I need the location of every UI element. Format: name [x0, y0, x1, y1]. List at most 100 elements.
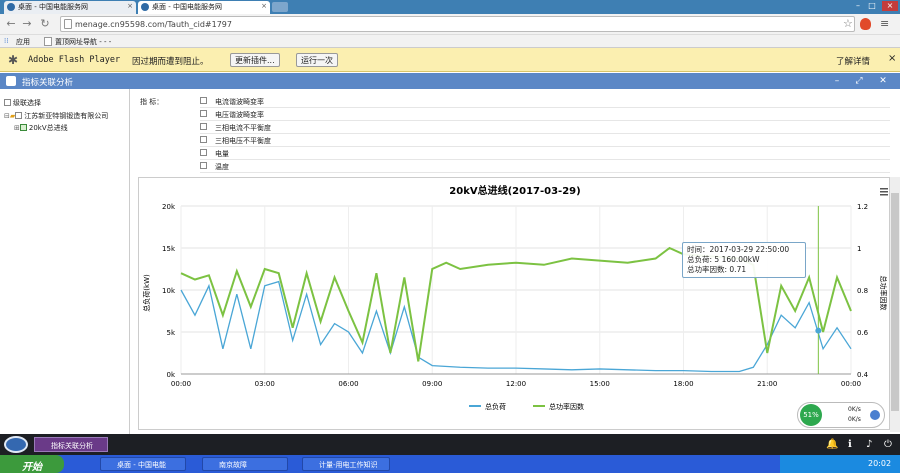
x-tick-label: 12:00 — [506, 380, 526, 388]
hover-point — [815, 327, 822, 334]
tab-label: 桌面 - 中国电能服务网 — [18, 3, 88, 11]
indicator-row[interactable]: 三相电压不平衡度 — [200, 134, 890, 147]
checkbox[interactable] — [4, 99, 11, 106]
bookmarks-bar: ⁞⁞ 应用 置顶网址导航 - - - — [0, 35, 900, 48]
x-tick-label: 06:00 — [338, 380, 358, 388]
bookmark-apps[interactable]: 应用 — [16, 37, 30, 47]
x-tick-label: 00:00 — [841, 380, 861, 388]
run-once-button[interactable]: 运行一次 — [296, 53, 338, 67]
indicator-row[interactable]: 电量 — [200, 147, 890, 160]
y-tick-label: 20k — [162, 203, 176, 211]
grid — [180, 205, 852, 375]
menu-icon[interactable]: ≡ — [880, 17, 889, 30]
y2-axis-label: 总功率因数 — [879, 276, 888, 311]
task-folder-1[interactable]: 南京故障 — [202, 457, 288, 471]
tree-line[interactable]: ⊞ 20kV总进线 — [14, 123, 68, 133]
x-tick-label: 21:00 — [757, 380, 777, 388]
y2-tick-label: 0.6 — [857, 329, 869, 337]
indicator-panel: 指 标： 电流谐波畸变率 电压谐波畸变率 三相电流不平衡度 三相电压不平衡度 电… — [130, 93, 890, 173]
checkbox[interactable] — [200, 97, 207, 104]
bookmark-nav[interactable]: 置顶网址导航 - - - — [55, 37, 111, 47]
line-chart[interactable]: 20kV总进线(2017-03-29) 总负荷(kW) 总功率因数 0k5k10… — [139, 178, 891, 431]
back-icon[interactable]: ← — [4, 18, 18, 31]
scrollbar[interactable] — [890, 177, 900, 432]
minimize-icon[interactable]: – — [852, 1, 864, 11]
y2-tick-label: 0.4 — [857, 371, 869, 379]
start-button[interactable]: 开始 — [0, 455, 64, 473]
widget-down: 0K/s — [848, 416, 861, 423]
info-icon[interactable]: ℹ — [848, 439, 852, 450]
indicator-name: 三相电流不平衡度 — [215, 124, 271, 132]
checkbox[interactable] — [200, 110, 207, 117]
tooltip-pf: 总功率因数: 0.71 — [687, 265, 747, 274]
y-axis-label: 总负荷(kW) — [142, 274, 151, 312]
tree-root[interactable]: 级联选择 — [4, 98, 41, 108]
app-logo[interactable] — [4, 436, 28, 453]
chart-tooltip: 时间：2017-03-29 22:50:00 总负荷: 5 160.00kW 总… — [682, 242, 806, 278]
indicator-label: 指 标： — [140, 98, 164, 106]
checkbox[interactable] — [200, 149, 207, 156]
y-tick-label: 0k — [166, 371, 175, 379]
page-icon — [64, 19, 72, 29]
flash-blocked-infobar: ✱ Adobe Flash Player 因过期而遭到阻止。 更新插件... 运… — [0, 48, 900, 72]
y-tick-label: 15k — [162, 245, 176, 253]
maximize-icon[interactable]: □ — [866, 1, 878, 11]
bookmark-star-icon[interactable]: ☆ — [843, 17, 853, 30]
tree-company[interactable]: ⊟▰ 江苏新亚特钢锻造有限公司 — [4, 111, 108, 121]
checkbox[interactable] — [200, 162, 207, 169]
indicator-row[interactable]: 电压谐波畸变率 — [200, 108, 890, 121]
browser-tab-2[interactable]: 桌面 - 中国电能服务网 × — [138, 1, 270, 14]
task-browser[interactable]: 桌面 - 中国电能 — [100, 457, 186, 471]
tree-company-label: 江苏新亚特钢锻造有限公司 — [24, 112, 109, 120]
close-icon[interactable]: ✕ — [876, 75, 890, 87]
app-taskbar: 指标关联分析 🔔 ℹ ♪ ⏻ — [0, 434, 900, 455]
y2-tick-label: 0.8 — [857, 287, 868, 295]
reload-icon[interactable]: ↻ — [38, 18, 52, 31]
close-icon[interactable]: × — [127, 2, 133, 10]
flash-product: Adobe Flash Player — [28, 55, 121, 65]
close-icon[interactable]: × — [261, 2, 267, 10]
close-window-icon[interactable]: × — [882, 1, 898, 11]
chart-menu-icon[interactable] — [880, 188, 888, 196]
volume-icon[interactable]: ♪ — [866, 439, 872, 450]
scrollbar-thumb[interactable] — [891, 193, 899, 411]
url-text: menage.cn95598.com/Tauth_cid#1797 — [75, 20, 232, 29]
checkbox[interactable] — [15, 112, 23, 119]
checkbox[interactable] — [200, 136, 207, 143]
bell-icon[interactable]: 🔔 — [826, 439, 838, 450]
extension-icon[interactable] — [860, 18, 871, 30]
app-title: 指标关联分析 — [22, 78, 74, 88]
tree-root-label: 级联选择 — [13, 99, 41, 107]
axis-ticks: 0k 5k 10k 15k 20k 0.4 0.6 0.8 1 1.2 00:00 03:00 06:0… — [162, 203, 869, 388]
url-input[interactable]: menage.cn95598.com/Tauth_cid#1797 — [60, 16, 855, 32]
power-icon[interactable]: ⏻ — [884, 439, 892, 450]
browser-tab-1[interactable]: 桌面 - 中国电能服务网 × — [4, 1, 136, 14]
indicator-name: 三相电压不平衡度 — [215, 137, 271, 145]
details-link[interactable]: 了解详情 — [836, 55, 870, 67]
new-tab-button[interactable] — [272, 2, 288, 12]
legend-label: 总功率因数 — [549, 402, 584, 411]
checkbox-checked[interactable] — [19, 124, 27, 131]
forward-icon[interactable]: → — [20, 18, 34, 31]
page-icon — [44, 37, 52, 46]
checkbox[interactable] — [200, 123, 207, 130]
indicator-name: 电流谐波畸变率 — [215, 98, 264, 106]
minimize-icon[interactable]: – — [830, 75, 844, 87]
app-title-bar: 指标关联分析 – ⤢ ✕ — [0, 73, 900, 89]
close-icon[interactable]: × — [888, 53, 896, 64]
network-widget[interactable]: 51% 0K/s 0K/s — [797, 402, 885, 428]
update-plugin-button[interactable]: 更新插件... — [230, 53, 280, 67]
indicator-row[interactable]: 三相电流不平衡度 — [200, 121, 890, 134]
task-folder-2[interactable]: 计量-用电工作知识 — [302, 457, 390, 471]
indicator-row[interactable]: 温度 — [200, 160, 890, 173]
app-taskbar-item[interactable]: 指标关联分析 — [34, 437, 108, 452]
legend[interactable]: 总负荷 总功率因数 — [469, 402, 584, 411]
browser-tab-bar: 桌面 - 中国电能服务网 × 桌面 - 中国电能服务网 × – □ × — [0, 0, 900, 14]
y2-tick-label: 1.2 — [857, 203, 868, 211]
indicator-row[interactable]: 电流谐波畸变率 — [200, 95, 890, 108]
puzzle-icon: ✱ — [8, 53, 19, 67]
address-toolbar: ← → ↻ menage.cn95598.com/Tauth_cid#1797 … — [0, 14, 900, 35]
apps-icon[interactable]: ⁞⁞ — [4, 37, 8, 45]
maximize-icon[interactable]: ⤢ — [852, 75, 866, 87]
selection-tree: 级联选择 ⊟▰ 江苏新亚特钢锻造有限公司 ⊞ 20kV总进线 — [0, 89, 130, 434]
